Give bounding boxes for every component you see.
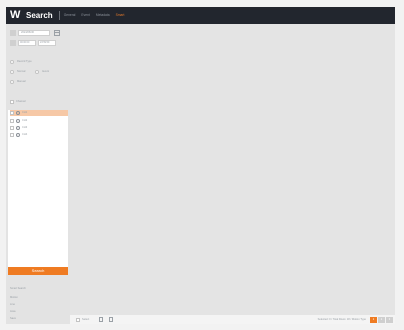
search-sidebar: 2024/06/30 00:00:00 23:59:59 Record Type… <box>6 24 70 324</box>
channel-item[interactable]: CH3 <box>10 125 68 131</box>
select-all-checkbox[interactable] <box>76 317 80 322</box>
date-row: 2024/06/30 <box>10 30 60 36</box>
video-view-area[interactable] <box>70 24 395 315</box>
page-title: Search <box>26 11 53 20</box>
option-link[interactable]: Area <box>10 310 15 314</box>
time-row: 00:00:00 23:59:59 <box>10 40 58 46</box>
results-footer: Select Selected: 0 / Total Rows: 18 / Mo… <box>70 315 395 324</box>
channel-list: CH1 CH2 CH3 CH4 <box>8 110 68 270</box>
channel-item[interactable]: CH1 <box>10 110 68 116</box>
radio-normal-label: Normal <box>17 70 26 73</box>
channel-item-label: CH2 <box>22 119 28 122</box>
channel-item-label: CH1 <box>22 111 28 114</box>
calendar-icon[interactable] <box>54 30 60 36</box>
brand-logo: W <box>10 9 21 21</box>
date-field[interactable]: 2024/06/30 <box>18 30 50 36</box>
page-button[interactable]: 3 <box>386 316 393 323</box>
time-label-box <box>10 40 16 46</box>
camera-icon <box>16 119 20 123</box>
page-button[interactable]: 1 <box>370 316 377 323</box>
tab-smart[interactable]: Smart <box>116 7 125 24</box>
tab-general[interactable]: General <box>64 7 76 24</box>
tab-event[interactable]: Event <box>81 7 89 24</box>
camera-icon <box>16 111 20 115</box>
channel-header: Channel <box>10 100 26 104</box>
result-stats: Selected: 0 / Total Rows: 18 / Motion Ty… <box>317 317 366 321</box>
select-all-label: Select <box>82 317 90 321</box>
app-window: W Search General Event Metadata Smart 20… <box>0 0 404 330</box>
pagination: Selected: 0 / Total Rows: 18 / Motion Ty… <box>318 316 393 323</box>
backup-icon[interactable] <box>109 317 114 322</box>
page-button[interactable]: 2 <box>378 316 385 323</box>
channel-item[interactable]: CH2 <box>10 118 68 124</box>
record-type-header: Record Type <box>10 60 32 64</box>
channel-checkbox[interactable] <box>10 133 14 137</box>
channel-checkbox[interactable] <box>10 119 14 123</box>
channel-checkbox[interactable] <box>10 111 14 115</box>
radio-event-label: Event <box>42 70 49 73</box>
radio-normal[interactable] <box>10 70 14 74</box>
option-link[interactable]: Save <box>10 317 16 321</box>
camera-icon <box>16 133 20 137</box>
record-type-bullet <box>10 60 14 64</box>
channel-label: Channel <box>16 100 26 103</box>
option-link[interactable]: Smart Search <box>10 287 26 291</box>
record-type-label: Record Type <box>17 60 32 63</box>
search-button[interactable]: Search <box>8 267 68 275</box>
export-icon[interactable] <box>99 317 104 322</box>
radio-event[interactable] <box>35 70 40 74</box>
title-divider <box>58 11 60 20</box>
end-time-field[interactable]: 23:59:59 <box>38 40 56 46</box>
channel-checkbox[interactable] <box>10 126 14 130</box>
camera-icon <box>16 126 20 130</box>
tab-metadata[interactable]: Metadata <box>96 7 110 24</box>
option-link[interactable]: Motion <box>10 296 18 300</box>
manual-label: Manual <box>17 80 26 83</box>
start-time-field[interactable]: 00:00:00 <box>18 40 36 46</box>
date-label-box <box>10 30 16 36</box>
top-bar: W Search General Event Metadata Smart <box>6 7 395 24</box>
channel-all-checkbox[interactable] <box>10 100 14 104</box>
record-options: Normal Event <box>10 70 49 74</box>
option-link[interactable]: Line <box>10 303 15 307</box>
manual-row: Manual <box>10 80 26 84</box>
radio-manual[interactable] <box>10 80 14 84</box>
channel-item-label: CH4 <box>22 133 28 136</box>
channel-item[interactable]: CH4 <box>10 132 68 138</box>
channel-item-label: CH3 <box>22 126 28 129</box>
